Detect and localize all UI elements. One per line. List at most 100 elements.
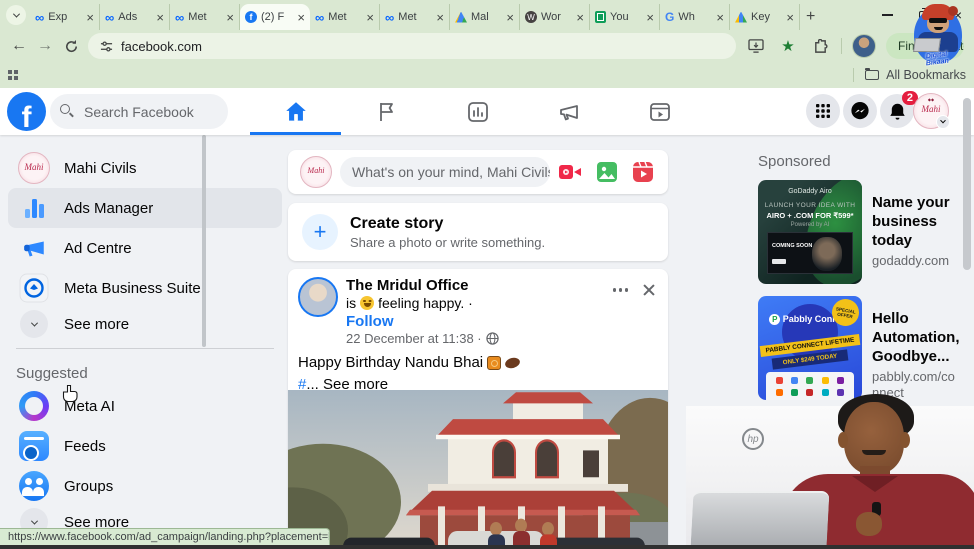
follow-link[interactable]: Follow [346, 313, 394, 330]
ad-line2: AIRO + .COM FOR ₹599* [766, 211, 854, 220]
home-icon [285, 101, 306, 121]
photo-video-icon[interactable] [596, 161, 618, 183]
browser-tab[interactable]: W Wor × [520, 4, 590, 30]
create-story-card[interactable]: + Create story Share a photo or write so… [288, 203, 668, 261]
tab-close-icon[interactable]: × [297, 11, 305, 24]
tab-title: (2) F [261, 11, 285, 23]
tab-close-icon[interactable]: × [646, 11, 654, 24]
ad-image-godaddy[interactable]: GoDaddy Airo LAUNCH YOUR IDEA WITH AIRO … [758, 180, 862, 284]
tab-title: Met [188, 11, 207, 23]
page-scrollbar[interactable] [963, 98, 971, 270]
live-video-icon[interactable] [558, 161, 582, 183]
reels-icon[interactable] [632, 161, 654, 183]
laptop-icon [913, 38, 941, 52]
sidebar-item-see-more[interactable]: See more [8, 308, 282, 340]
tab-close-icon[interactable]: × [716, 11, 724, 24]
forward-icon[interactable]: → [32, 37, 58, 55]
tab-video[interactable] [614, 88, 705, 135]
address-bar[interactable]: facebook.com [88, 33, 736, 59]
composer-avatar[interactable]: Mahi [300, 156, 332, 188]
apps-grid-icon[interactable] [8, 70, 18, 80]
back-icon[interactable]: ← [6, 37, 32, 55]
tab-close-icon[interactable]: × [226, 11, 234, 24]
ad-button-graphic [772, 259, 786, 264]
browser-tab[interactable]: You × [590, 4, 660, 30]
ad-title[interactable]: Hello Automation, Goodbye... [872, 310, 960, 366]
tab-close-icon[interactable]: × [576, 11, 584, 24]
tab-search-button[interactable] [6, 5, 26, 25]
minimize-icon[interactable] [881, 14, 893, 16]
post-timestamp: 22 December at 11:38 · [346, 331, 499, 346]
more-options-icon[interactable] [612, 288, 628, 292]
tab-close-icon[interactable]: × [786, 11, 794, 24]
sidebar-item-label: Ads Manager [64, 199, 154, 217]
sidebar-item-profile[interactable]: Mahi Mahi Civils [8, 148, 282, 188]
tab-close-icon[interactable]: × [436, 11, 444, 24]
profile-chevron[interactable] [936, 115, 950, 129]
reload-icon[interactable] [58, 39, 84, 54]
facebook-icon: f [245, 11, 257, 23]
chrome-profile-avatar[interactable] [852, 34, 876, 58]
wordpress-icon: W [525, 11, 537, 23]
site-settings-icon[interactable] [100, 40, 113, 53]
post-photo[interactable] [288, 390, 668, 549]
extensions-icon[interactable] [809, 35, 831, 57]
sidebar-item-ads-manager[interactable]: Ads Manager [8, 188, 282, 228]
browser-tab-active-facebook[interactable]: f (2) F × [240, 4, 310, 30]
tab-close-icon[interactable]: × [156, 11, 164, 24]
ad-title[interactable]: Name your business today [872, 194, 958, 250]
composer-input[interactable]: What's on your mind, Mahi Civils? [340, 157, 550, 187]
sponsored-ad-pabbly[interactable]: P Pabbly Connect SPECIAL OFFER PABBLY CO… [758, 296, 960, 400]
browser-tab[interactable]: Mal × [450, 4, 520, 30]
facebook-logo[interactable]: f [7, 92, 46, 131]
avatar-logo-detail: ◆◆ [927, 97, 935, 102]
feeds-icon [16, 428, 52, 464]
browser-tab[interactable]: Key × [730, 4, 800, 30]
install-icon[interactable] [745, 35, 767, 57]
post-author-name[interactable]: The Mridul Office [346, 277, 469, 294]
tab-home[interactable] [250, 88, 341, 135]
tab-pages[interactable] [341, 88, 432, 135]
bookmark-star-icon[interactable]: ★ [777, 35, 799, 57]
tab-close-icon[interactable]: × [366, 11, 374, 24]
new-tab-button[interactable]: + [806, 8, 815, 26]
suggested-label: Suggested [16, 365, 88, 382]
presenter-ear [900, 432, 910, 448]
sidebar-item-meta-ai[interactable]: Meta AI [8, 386, 282, 426]
tab-close-icon[interactable]: × [86, 11, 94, 24]
bottom-edge-strip [0, 545, 974, 549]
tab-title: You [610, 11, 629, 23]
meta-icon: ∞ [35, 9, 45, 25]
search-icon [60, 104, 70, 114]
sidebar-item-groups[interactable]: Groups [8, 466, 282, 506]
browser-tab[interactable]: ∞ Exp × [30, 4, 100, 30]
browser-tab[interactable]: G Wh × [660, 4, 730, 30]
messenger-button[interactable] [843, 94, 877, 128]
meta-icon: ∞ [385, 9, 395, 25]
tab-close-icon[interactable]: × [506, 11, 514, 24]
hide-post-icon[interactable] [642, 283, 656, 297]
meta-ai-icon [16, 388, 52, 424]
sidebar-item-feeds[interactable]: Feeds [8, 426, 282, 466]
sponsored-label: Sponsored [758, 153, 831, 170]
ad-image-pabbly[interactable]: P Pabbly Connect SPECIAL OFFER PABBLY CO… [758, 296, 862, 400]
tab-ad-center[interactable] [523, 88, 614, 135]
post-author-avatar[interactable] [298, 277, 338, 317]
sponsored-ad-godaddy[interactable]: GoDaddy Airo LAUNCH YOUR IDEA WITH AIRO … [758, 180, 958, 284]
browser-tab[interactable]: ∞ Met × [170, 4, 240, 30]
folder-icon [865, 68, 880, 80]
avatar-logo-script: Mahi [921, 104, 941, 114]
presenter-hand [856, 512, 882, 536]
browser-tab[interactable]: ∞ Met × [380, 4, 450, 30]
hp-laptop [690, 491, 830, 549]
sidebar-scrollbar[interactable] [202, 135, 206, 347]
search-input[interactable] [50, 94, 228, 129]
browser-tab[interactable]: ∞ Met × [310, 4, 380, 30]
left-sidebar: Mahi Mahi Civils Ads Manager Ad Centre M… [0, 148, 290, 538]
tab-ads-manager[interactable] [432, 88, 523, 135]
sidebar-item-meta-business-suite[interactable]: Meta Business Suite [8, 268, 282, 308]
menu-button[interactable] [806, 94, 840, 128]
notifications-button[interactable]: 2 [880, 91, 918, 128]
browser-tab[interactable]: ∞ Ads × [100, 4, 170, 30]
sidebar-item-ad-centre[interactable]: Ad Centre [8, 228, 282, 268]
